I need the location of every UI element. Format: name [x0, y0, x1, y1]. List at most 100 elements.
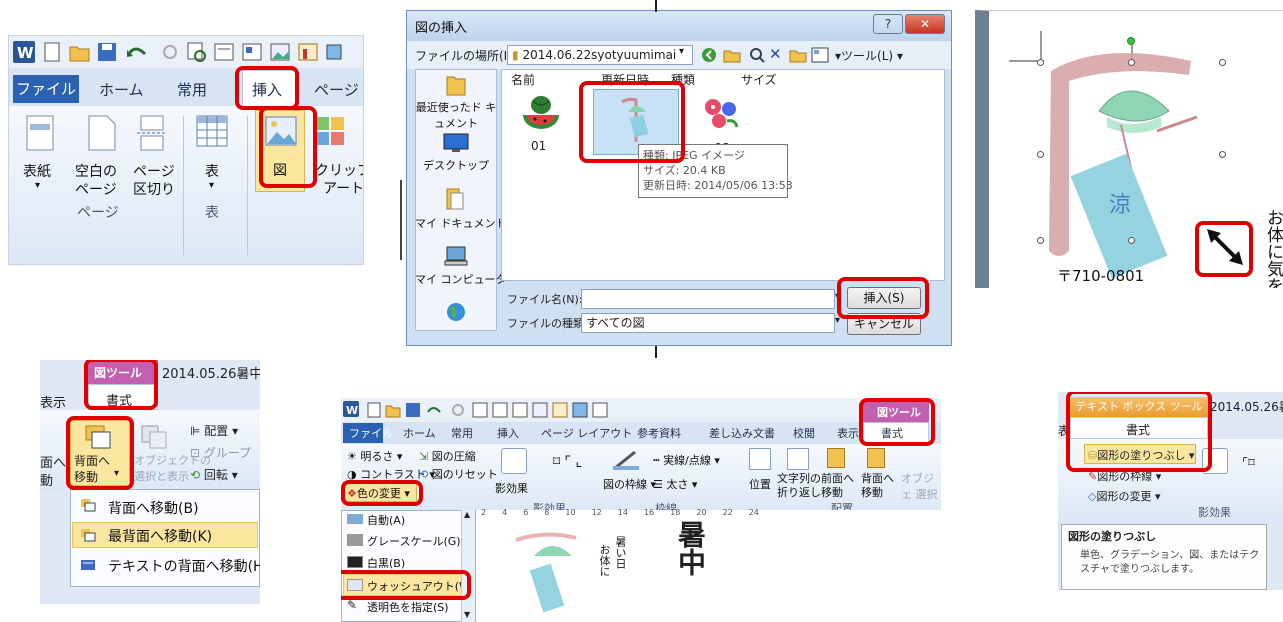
wrap-text-label-2[interactable]: 折り返し: [777, 484, 821, 500]
tab-format[interactable]: 書式: [1126, 421, 1150, 438]
tab-view[interactable]: 表示: [40, 392, 66, 411]
layout-icon[interactable]: [241, 41, 263, 63]
desktop-icon[interactable]: [443, 133, 469, 153]
views-icon[interactable]: [811, 47, 829, 63]
cover-page-button[interactable]: 表紙: [23, 161, 51, 181]
send-backward-label-2[interactable]: 移動: [74, 468, 98, 485]
open-folder-icon[interactable]: [69, 42, 91, 62]
shadow-effects-icon[interactable]: [1202, 448, 1228, 474]
tab-home[interactable]: ホーム: [99, 79, 144, 100]
arrange-button[interactable]: ⊫ 配置 ▾: [190, 422, 238, 439]
dropdown-scrollbar[interactable]: [461, 510, 475, 622]
tab-format[interactable]: 書式: [106, 390, 132, 409]
column-name[interactable]: 名前: [511, 71, 535, 88]
tab-mailings[interactable]: 差し込み文書: [709, 425, 775, 441]
save-icon[interactable]: [97, 42, 117, 62]
tab-format[interactable]: 書式: [881, 425, 903, 441]
scroll-up-icon[interactable]: ▲: [464, 510, 470, 519]
cover-page-dropdown-icon[interactable]: ▾: [35, 180, 40, 191]
shape-outline-button[interactable]: ✎図形の枠線 ▾: [1088, 468, 1161, 484]
resize-handle-left[interactable]: [1037, 151, 1044, 158]
resize-handle-bottom-left[interactable]: [1037, 237, 1044, 244]
resize-handle-bottom[interactable]: [1128, 237, 1135, 244]
search-web-icon[interactable]: [749, 47, 765, 63]
recent-documents-icon[interactable]: [445, 73, 467, 97]
send-backward-label-2[interactable]: 移動: [861, 484, 883, 500]
clipart-label-2[interactable]: アート: [323, 178, 363, 198]
tools-menu[interactable]: ▾ツール(L) ▾: [835, 47, 903, 64]
resize-handle-right[interactable]: [1219, 151, 1226, 158]
weight-button[interactable]: ☰ 太さ ▾: [653, 476, 697, 492]
shape-fill-button[interactable]: ⛁図形の塗りつぶし ▾: [1088, 447, 1194, 463]
tab-insert[interactable]: 挿入: [497, 425, 519, 441]
undo-icon[interactable]: [125, 42, 153, 62]
redo-icon[interactable]: [161, 42, 179, 62]
nudge-shadow-icons[interactable]: ⌜⌑: [1242, 456, 1255, 471]
tab-home[interactable]: ホーム: [403, 425, 436, 441]
file-item-01[interactable]: 01: [515, 95, 569, 155]
tab-frequent[interactable]: 常用: [177, 79, 207, 100]
reset-picture-button[interactable]: ⟲ 図のリセット: [419, 466, 498, 482]
tab-file[interactable]: ファイル: [349, 425, 393, 441]
tab-frequent[interactable]: 常用: [451, 425, 473, 441]
page-break-label-1[interactable]: ページ: [133, 161, 175, 181]
new-document-icon[interactable]: [43, 42, 61, 62]
help-button[interactable]: ?: [873, 14, 903, 34]
redo-icon[interactable]: [451, 402, 465, 418]
recolor-set-transparent[interactable]: 透明色を指定(S): [367, 599, 449, 615]
picture-button[interactable]: 図: [273, 160, 287, 180]
toolbar-icons[interactable]: [471, 401, 621, 419]
filename-dropdown-icon[interactable]: ▾: [835, 291, 840, 302]
recolor-black-white[interactable]: 白黒(B): [367, 555, 405, 571]
menu-behind-text[interactable]: テキストの背面へ移動(H): [108, 556, 260, 576]
tab-view[interactable]: 表示: [837, 425, 859, 441]
filetype-select[interactable]: すべての図: [581, 313, 835, 333]
places-mycomputer-label[interactable]: マイ コンピュータ: [415, 271, 507, 287]
position-button[interactable]: 位置: [749, 476, 771, 492]
print-preview-icon[interactable]: [185, 41, 207, 63]
tab-page-layout[interactable]: ページ レイアウト: [541, 425, 632, 441]
rotate-button[interactable]: ⟲ 回転 ▾: [190, 466, 238, 483]
page-break-label-2[interactable]: 区切り: [133, 179, 175, 199]
delete-icon[interactable]: ✕: [769, 45, 782, 63]
my-documents-icon[interactable]: [445, 187, 467, 211]
recolor-washout[interactable]: ウォッシュアウト(W): [367, 578, 474, 594]
change-shape-button[interactable]: ◇図形の変更 ▾: [1088, 488, 1161, 504]
places-recent-label[interactable]: 最近使ったド キュメント: [415, 99, 497, 131]
picture-icon[interactable]: [265, 116, 297, 146]
recolor-automatic[interactable]: 自動(A): [367, 512, 405, 528]
brightness-button[interactable]: ☀ 明るさ ▾: [347, 448, 402, 464]
bring-forward-label-2[interactable]: 移動: [821, 484, 843, 500]
compress-button[interactable]: ⇲ 図の圧縮: [419, 448, 476, 464]
undo-icon[interactable]: [425, 402, 445, 418]
filename-input[interactable]: [581, 289, 835, 309]
clipart-label-1[interactable]: クリップ: [315, 160, 363, 180]
places-mydocs-label[interactable]: マイ ドキュメント: [415, 215, 507, 231]
column-modified[interactable]: 更新日時: [601, 71, 649, 88]
recolor-grayscale[interactable]: グレースケール(G): [367, 533, 461, 549]
tab-page-layout[interactable]: ページ レ: [314, 79, 363, 100]
places-desktop-label[interactable]: デスクトップ: [415, 157, 497, 173]
location-dropdown-icon[interactable]: ▾: [679, 46, 684, 57]
resize-handle-top-right[interactable]: [1219, 59, 1226, 66]
picture-border-button[interactable]: 図の枠線 ▾: [603, 476, 656, 492]
new-folder-icon[interactable]: [789, 47, 807, 63]
chart-small-icon[interactable]: [297, 41, 319, 63]
tab-review[interactable]: 校閲: [793, 425, 815, 441]
picture-small-icon[interactable]: [269, 41, 291, 63]
save-icon[interactable]: [405, 402, 421, 418]
my-computer-icon[interactable]: [443, 245, 469, 267]
menu-send-backward[interactable]: 背面へ移動(B): [108, 498, 199, 518]
blank-page-label-1[interactable]: 空白の: [75, 161, 117, 181]
network-icon[interactable]: [445, 301, 467, 323]
back-icon[interactable]: [701, 47, 717, 63]
table-dropdown-icon[interactable]: ▾: [209, 180, 214, 191]
shadow-effects-icon[interactable]: [501, 448, 527, 474]
insert-button[interactable]: 挿入(S): [847, 287, 921, 309]
send-backward-label-1[interactable]: 背面へ: [74, 452, 110, 469]
tab-file[interactable]: ファイル: [13, 75, 79, 103]
blank-page-label-2[interactable]: ページ: [75, 179, 117, 199]
menu-send-to-back[interactable]: 最背面へ移動(K): [108, 526, 212, 546]
open-folder-icon[interactable]: [385, 402, 401, 418]
rotate-handle[interactable]: [1127, 37, 1135, 45]
